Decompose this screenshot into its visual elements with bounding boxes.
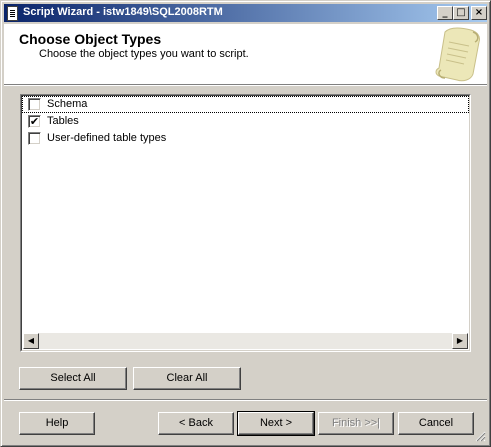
select-all-button[interactable]: Select All [19, 367, 127, 390]
cancel-button[interactable]: Cancel [398, 412, 474, 435]
list-item[interactable]: User-defined table types [22, 130, 469, 147]
list-item[interactable]: ✔ Tables [22, 113, 469, 130]
schema-checkbox[interactable] [28, 98, 41, 111]
title-bar[interactable]: Script Wizard - istw1849\SQL2008RTM _ □ … [4, 4, 487, 22]
close-button[interactable]: × [471, 6, 487, 20]
help-button[interactable]: Help [19, 412, 95, 435]
list-item[interactable]: Schema [22, 96, 469, 113]
window-document-icon [7, 6, 18, 21]
resize-grip-icon[interactable] [475, 431, 486, 442]
list-item-label: User-defined table types [47, 132, 167, 144]
clear-all-button[interactable]: Clear All [133, 367, 241, 390]
user-defined-table-types-checkbox[interactable] [28, 132, 41, 145]
scroll-left-button[interactable]: ◀ [23, 333, 39, 349]
maximize-button[interactable]: □ [453, 6, 469, 20]
footer-divider [4, 399, 487, 401]
object-types-list[interactable]: Schema ✔ Tables User-defined table types… [20, 94, 471, 352]
scroll-right-button[interactable]: ▶ [452, 333, 468, 349]
scroll-paper-icon [435, 27, 480, 82]
next-button[interactable]: Next > [237, 411, 315, 436]
list-item-label: Tables [47, 115, 79, 127]
back-button[interactable]: < Back [158, 412, 234, 435]
header-divider [4, 84, 487, 86]
window-title: Script Wizard - istw1849\SQL2008RTM [23, 6, 223, 18]
page-subtitle: Choose the object types you want to scri… [39, 48, 249, 60]
page-title: Choose Object Types [19, 31, 162, 47]
wizard-header: Choose Object Types Choose the object ty… [4, 24, 487, 84]
script-wizard-window: Script Wizard - istw1849\SQL2008RTM _ □ … [0, 0, 491, 447]
list-item-label: Schema [47, 98, 88, 110]
minimize-button[interactable]: _ [437, 6, 453, 20]
tables-checkbox[interactable]: ✔ [28, 115, 41, 128]
finish-button[interactable]: Finish >>| [318, 412, 394, 435]
horizontal-scrollbar[interactable]: ◀ ▶ [23, 333, 468, 349]
